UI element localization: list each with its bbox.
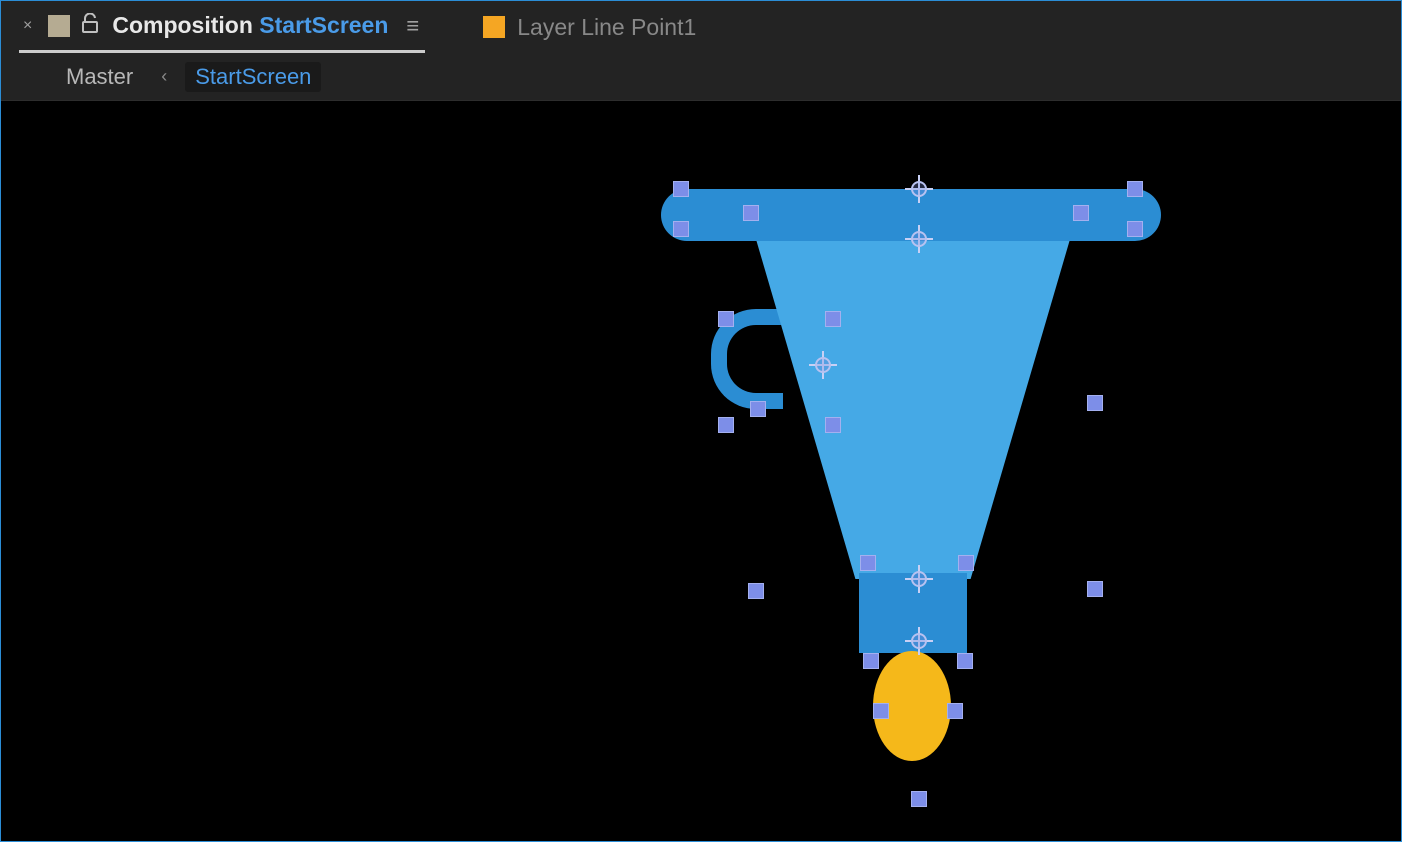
- tab-prefix: Composition: [112, 12, 253, 38]
- unlock-icon[interactable]: [82, 13, 100, 39]
- tab-title: Layer Line Point1: [517, 14, 696, 41]
- panel-menu-icon[interactable]: ≡: [400, 13, 425, 39]
- selection-handle[interactable]: [748, 583, 764, 599]
- selection-handle[interactable]: [957, 653, 973, 669]
- breadcrumbs: Master ‹ StartScreen: [1, 53, 1401, 101]
- selection-handle[interactable]: [860, 555, 876, 571]
- selection-handle[interactable]: [743, 205, 759, 221]
- selection-handle[interactable]: [1087, 581, 1103, 597]
- selection-handle[interactable]: [750, 401, 766, 417]
- selection-handle[interactable]: [825, 311, 841, 327]
- chevron-left-icon: ‹: [161, 66, 167, 87]
- selection-handle[interactable]: [1127, 221, 1143, 237]
- tab-composition[interactable]: × Composition StartScreen ≡: [19, 1, 425, 53]
- tab-swatch: [48, 15, 70, 37]
- anchor-point[interactable]: [811, 353, 835, 377]
- trophy-body-shape[interactable]: [753, 229, 1073, 579]
- selection-handle[interactable]: [958, 555, 974, 571]
- selection-handle[interactable]: [673, 181, 689, 197]
- composition-viewport[interactable]: [1, 101, 1401, 841]
- breadcrumb-current[interactable]: StartScreen: [185, 62, 321, 92]
- tab-swatch: [483, 16, 505, 38]
- selection-handle[interactable]: [718, 311, 734, 327]
- selection-handle[interactable]: [911, 791, 927, 807]
- selection-handle[interactable]: [863, 653, 879, 669]
- selection-handle[interactable]: [873, 703, 889, 719]
- panel-tabs-row: × Composition StartScreen ≡ Layer Line P…: [1, 1, 1401, 53]
- tab-title: Composition StartScreen: [112, 12, 388, 39]
- anchor-point[interactable]: [907, 227, 931, 251]
- close-icon[interactable]: ×: [19, 17, 36, 35]
- breadcrumb-parent[interactable]: Master: [56, 62, 143, 92]
- anchor-point[interactable]: [907, 629, 931, 653]
- tab-name: Line Point1: [581, 14, 696, 40]
- selection-handle[interactable]: [947, 703, 963, 719]
- selection-handle[interactable]: [1073, 205, 1089, 221]
- selection-handle[interactable]: [1087, 395, 1103, 411]
- anchor-point[interactable]: [907, 567, 931, 591]
- tab-prefix: Layer: [517, 14, 575, 40]
- selection-handle[interactable]: [673, 221, 689, 237]
- anchor-point[interactable]: [907, 177, 931, 201]
- tab-layer[interactable]: Layer Line Point1: [483, 1, 696, 53]
- tab-name: StartScreen: [259, 12, 388, 38]
- selection-handle[interactable]: [825, 417, 841, 433]
- selection-handle[interactable]: [1127, 181, 1143, 197]
- selection-handle[interactable]: [718, 417, 734, 433]
- composition-panel: × Composition StartScreen ≡ Layer Line P…: [0, 0, 1402, 842]
